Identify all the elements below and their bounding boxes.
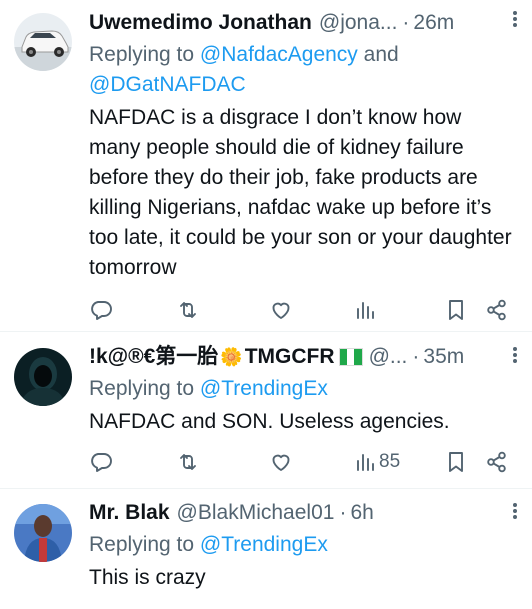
timestamp[interactable]: 6h: [350, 498, 373, 528]
like-button[interactable]: [269, 296, 293, 324]
separator-dot: ·: [339, 501, 347, 524]
flower-emoji-icon: 🌼: [220, 347, 243, 367]
hooded-figure-avatar-image: [14, 348, 72, 406]
reply-button[interactable]: [89, 296, 113, 324]
tweet-1[interactable]: Uwemedimo Jonathan @jona... · 26m Replyi…: [0, 0, 532, 331]
retweet-button[interactable]: [176, 448, 200, 476]
avatar[interactable]: [14, 348, 72, 406]
display-name-part: !k@®€第一胎: [89, 345, 219, 368]
mention-link[interactable]: @TrendingEx: [200, 533, 328, 556]
avatar[interactable]: [14, 13, 72, 71]
share-icon: [487, 299, 506, 321]
tweet-text: NAFDAC and SON. Useless agencies.: [89, 410, 450, 433]
user-handle[interactable]: @...: [369, 342, 408, 372]
tweet-text: NAFDAC is a disgrace I don’t know how ma…: [89, 106, 512, 279]
replying-prefix: Replying to: [89, 43, 200, 66]
share-icon: [487, 451, 506, 473]
retweet-icon: [180, 454, 196, 470]
share-button[interactable]: [485, 448, 509, 476]
replying-to: Replying to @TrendingEx: [89, 530, 518, 560]
timestamp[interactable]: 35m: [423, 342, 464, 372]
mention-link[interactable]: @TrendingEx: [200, 377, 328, 400]
display-name-part: TMGCFR: [244, 345, 335, 368]
like-button[interactable]: [269, 448, 293, 476]
replying-prefix: Replying to: [89, 533, 200, 556]
separator-dot: ·: [402, 11, 410, 34]
person-avatar-image: [14, 504, 72, 562]
more-icon[interactable]: [513, 347, 517, 363]
bookmark-icon: [449, 452, 463, 472]
display-name[interactable]: !k@®€第一胎 🌼TMGCFR: [89, 342, 367, 372]
tweet-text: This is crazy: [89, 566, 206, 589]
replying-prefix: Replying to: [89, 377, 200, 400]
bookmark-button[interactable]: [444, 296, 468, 324]
reply-button[interactable]: [89, 448, 113, 476]
separator-dot: ·: [412, 345, 420, 368]
reply-icon: [91, 301, 112, 320]
tweet-3[interactable]: Mr. Blak @BlakMichael01 · 6h Replying to…: [0, 488, 532, 609]
avatar[interactable]: [14, 504, 72, 562]
retweet-button[interactable]: [176, 296, 200, 324]
views-icon: [357, 302, 374, 319]
car-avatar-image: [14, 13, 72, 71]
tweet-2[interactable]: !k@®€第一胎 🌼TMGCFR @... · 35m Replying to @…: [0, 331, 532, 488]
display-name[interactable]: Uwemedimo Jonathan: [89, 8, 312, 38]
user-handle[interactable]: @jona...: [319, 8, 398, 38]
views-icon: [357, 454, 374, 471]
replying-joiner: and: [357, 43, 399, 66]
mention-link[interactable]: @DGatNAFDAC: [89, 73, 246, 96]
retweet-icon: [180, 302, 196, 318]
replying-to: Replying to @NafdacAgency and @DGatNAFDA…: [89, 40, 518, 100]
nigeria-flag-icon: [338, 348, 363, 367]
user-handle[interactable]: @BlakMichael01: [177, 498, 335, 528]
more-icon[interactable]: [513, 503, 517, 519]
reply-icon: [91, 453, 112, 472]
action-bar: 85: [89, 448, 509, 476]
views-count: 85: [379, 451, 401, 472]
mention-link[interactable]: @NafdacAgency: [200, 43, 358, 66]
views-button[interactable]: [353, 296, 379, 324]
action-bar: [89, 296, 509, 324]
more-icon[interactable]: [513, 11, 517, 27]
bookmark-button[interactable]: [444, 448, 468, 476]
views-button[interactable]: 85: [353, 448, 400, 476]
replying-to: Replying to @TrendingEx: [89, 374, 518, 404]
timestamp[interactable]: 26m: [413, 8, 454, 38]
like-icon: [272, 302, 290, 319]
share-button[interactable]: [485, 296, 509, 324]
display-name[interactable]: Mr. Blak: [89, 498, 170, 528]
bookmark-icon: [449, 300, 463, 320]
like-icon: [272, 454, 290, 471]
